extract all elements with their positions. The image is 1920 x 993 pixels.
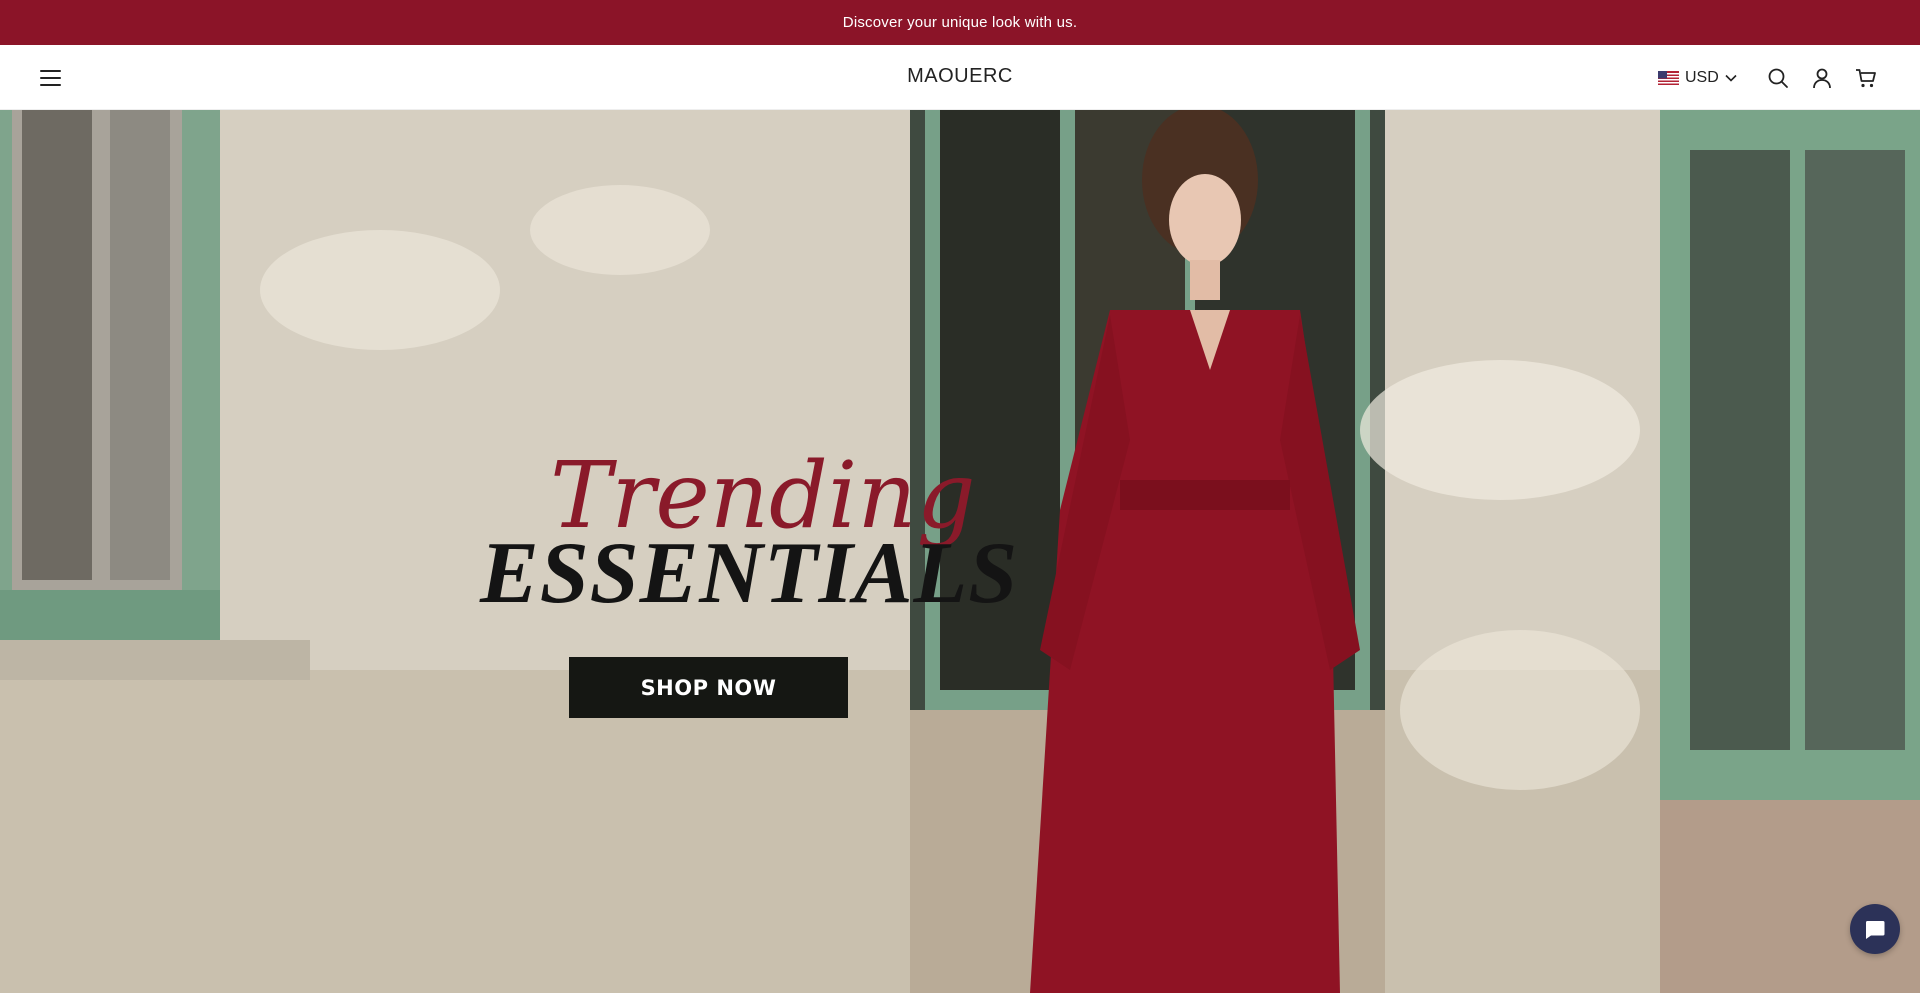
store-logo[interactable]: MAOUERC <box>810 65 1110 88</box>
us-flag-icon <box>1658 71 1679 85</box>
site-header: MAOUERC USD <box>0 45 1920 110</box>
announcement-bar: Discover your unique look with us. <box>0 0 1920 45</box>
shop-now-button[interactable]: SHOP NOW <box>569 657 848 718</box>
announcement-text: Discover your unique look with us. <box>842 14 1078 31</box>
chat-button[interactable] <box>1850 904 1900 954</box>
chat-icon <box>1865 921 1885 939</box>
hero-title-main: ESSENTIALS <box>480 525 1019 622</box>
cart-icon[interactable] <box>1853 65 1879 91</box>
hero-headline: Trending ESSENTIALS <box>480 450 1019 622</box>
account-icon[interactable] <box>1809 65 1835 91</box>
currency-label: USD <box>1685 69 1719 86</box>
currency-selector[interactable]: USD <box>1658 67 1737 89</box>
hero-banner[interactable]: Trending ESSENTIALS SHOP NOW <box>0 110 1920 993</box>
menu-icon[interactable] <box>40 65 68 91</box>
chevron-down-icon <box>1725 74 1737 82</box>
search-icon[interactable] <box>1765 65 1791 91</box>
